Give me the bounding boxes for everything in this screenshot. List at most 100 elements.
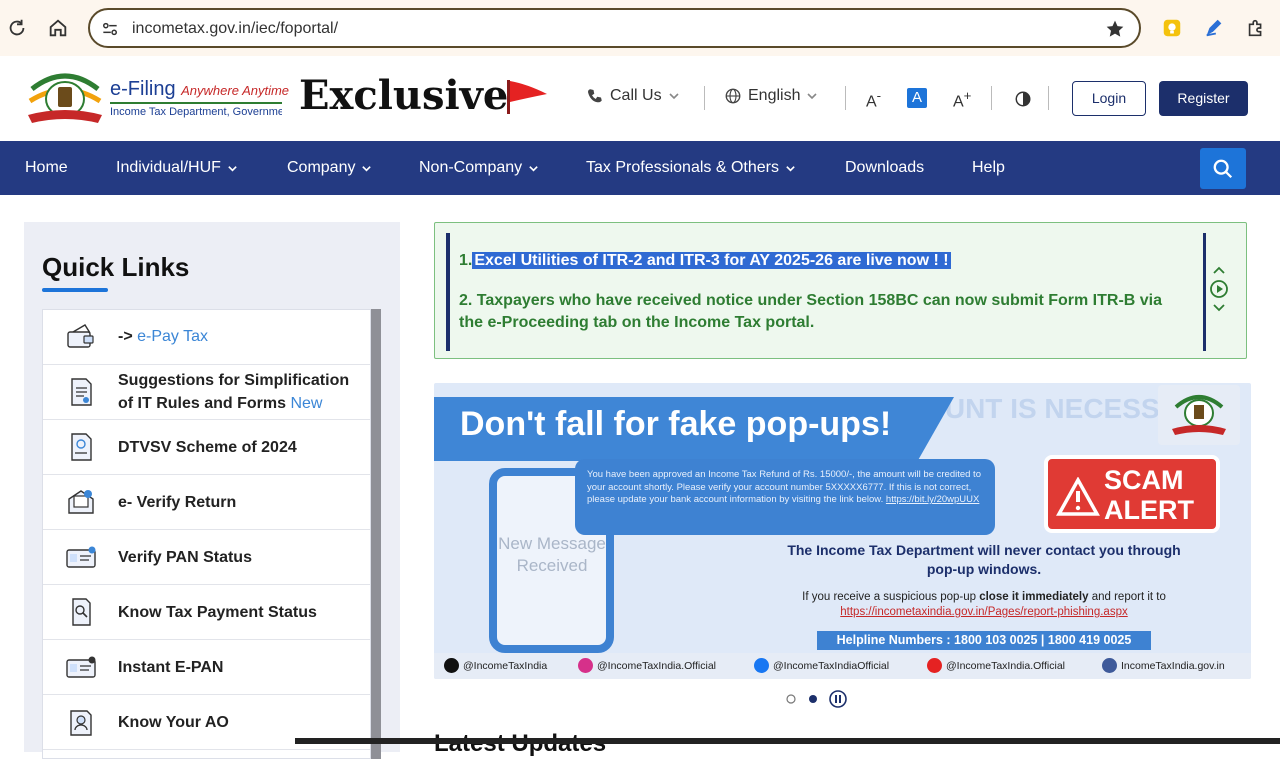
quick-link-e-verify-return[interactable]: e- Verify Return [43, 475, 370, 530]
warning-icon [1056, 477, 1100, 517]
header-divider [991, 86, 992, 110]
dtvsv-document-icon [65, 431, 97, 463]
never-contact-text: The Income Tax Department will never con… [787, 542, 1181, 577]
nav-downloads[interactable]: Downloads [845, 159, 924, 177]
income-tax-emblem-logo[interactable] [26, 71, 104, 127]
instagram-handle: @IncomeTaxIndia.Official [578, 658, 716, 673]
login-button[interactable]: Login [1072, 81, 1146, 116]
header-divider [845, 86, 846, 110]
ticker-right-bar [1203, 233, 1206, 351]
call-us-button[interactable]: Call Us [586, 87, 680, 105]
quick-link-instant-e-pan[interactable]: Instant E-PAN [43, 640, 370, 695]
extensions-puzzle-icon[interactable] [1245, 17, 1267, 39]
scam-alert-banner[interactable]: A VALIDATED BANK ACCOUNT IS NECESSARY Do… [434, 383, 1251, 679]
nav-company[interactable]: Company [287, 159, 372, 177]
nav-individual-huf[interactable]: Individual/HUF [116, 159, 238, 177]
carousel-dot-2 [809, 695, 817, 703]
announcement-ticker: 1. Excel Utilities of ITR-2 and ITR-3 for… [434, 222, 1247, 359]
brand-tagline: Anywhere Anytime [181, 83, 290, 98]
pause-icon [829, 690, 847, 708]
search-document-icon [65, 596, 97, 628]
verify-return-icon [65, 486, 97, 518]
it-department-logo [1158, 385, 1240, 445]
home-icon[interactable] [47, 17, 69, 39]
main-navigation: Home Individual/HUF Company Non-Company … [0, 141, 1280, 195]
chevron-down-icon [361, 163, 372, 174]
quick-link-e-pay-tax[interactable]: -> e-Pay Tax [43, 310, 370, 365]
facebook-handle: @IncomeTaxIndiaOfficial [754, 658, 889, 673]
fake-sms-bubble: You have been approved an Income Tax Ref… [575, 459, 995, 535]
contrast-toggle-icon[interactable] [1014, 90, 1032, 108]
chevron-down-icon[interactable] [1209, 301, 1229, 315]
chevron-up-icon[interactable] [1209, 263, 1229, 277]
language-label: English [748, 87, 801, 104]
header-divider [704, 86, 705, 110]
bookmark-star-icon[interactable] [1105, 19, 1125, 39]
social-handles-strip: @IncomeTaxIndia @IncomeTaxIndia.Official… [434, 653, 1251, 679]
globe-icon [1102, 658, 1117, 673]
banner-headline: Don't fall for fake pop-ups! [460, 405, 892, 443]
chevron-down-icon [528, 163, 539, 174]
browser-toolbar: incometax.gov.in/iec/foportal/ [0, 0, 1280, 56]
chevron-down-icon [668, 90, 680, 102]
phone-icon [586, 87, 604, 105]
url-text[interactable]: incometax.gov.in/iec/foportal/ [132, 20, 338, 38]
x-logo-icon [444, 658, 459, 673]
youtube-handle: @IncomeTaxIndia.Official [927, 658, 1065, 673]
reload-icon[interactable] [6, 17, 28, 39]
person-search-icon [65, 706, 97, 738]
register-button[interactable]: Register [1159, 81, 1248, 116]
font-decrease-button[interactable]: A- [866, 88, 881, 111]
font-increase-button[interactable]: A+ [953, 88, 971, 111]
title-underline [42, 288, 108, 292]
brand-subtitle: Income Tax Department, Government of Ind… [110, 106, 282, 118]
chevron-down-icon [806, 90, 818, 102]
nav-help[interactable]: Help [972, 159, 1005, 177]
address-bar[interactable]: incometax.gov.in/iec/foportal/ [88, 8, 1141, 48]
x-handle: @IncomeTaxIndia [444, 658, 547, 673]
quick-link-suggestions[interactable]: Suggestions for Simplification of IT Rule… [43, 365, 370, 420]
font-normal-button[interactable]: A [907, 88, 927, 108]
quick-link-tax-payment-status[interactable]: Know Tax Payment Status [43, 585, 370, 640]
announcement-item-1[interactable]: 1. Excel Utilities of ITR-2 and ITR-3 for… [459, 252, 951, 270]
e-pay-tax-link[interactable]: e-Pay Tax [137, 328, 208, 345]
extension-keep-icon[interactable] [1161, 17, 1183, 39]
site-settings-icon[interactable] [100, 19, 120, 39]
nav-non-company[interactable]: Non-Company [419, 159, 539, 177]
brand-divider [110, 102, 282, 104]
quick-link-dtvsv-scheme[interactable]: DTVSV Scheme of 2024 [43, 420, 370, 475]
nav-tax-professionals[interactable]: Tax Professionals & Others [586, 159, 796, 177]
language-selector[interactable]: English [724, 87, 818, 105]
phone-message-text: New Message Received [498, 534, 606, 575]
exclusive-label: Exclusive [299, 72, 509, 119]
latest-updates-heading: Latest Updates [434, 730, 606, 758]
announcement-item-2[interactable]: 2. Taxpayers who have received notice un… [459, 290, 1189, 334]
play-circle-icon[interactable] [1209, 279, 1229, 299]
header-divider [1048, 86, 1049, 110]
chevron-down-icon [227, 163, 238, 174]
quick-links-list: -> e-Pay Tax Suggestions for Simplificat… [42, 309, 371, 759]
quick-links-panel: Quick Links -> e-Pay Tax Suggestions for… [24, 222, 400, 759]
red-flag-icon [503, 76, 549, 116]
globe-icon [724, 87, 742, 105]
search-button[interactable] [1200, 148, 1246, 189]
brand-title: e-Filing Anywhere Anytime [110, 78, 290, 100]
instagram-logo-icon [578, 658, 593, 673]
new-badge: New [290, 395, 323, 412]
pan-card-icon [65, 541, 97, 573]
quick-links-title: Quick Links [42, 252, 190, 282]
nav-home[interactable]: Home [25, 159, 68, 177]
facebook-logo-icon [754, 658, 769, 673]
ticker-left-bar [446, 233, 450, 351]
card-icon [65, 321, 97, 353]
quick-link-verify-pan[interactable]: Verify PAN Status [43, 530, 370, 585]
extension-pen-icon[interactable] [1203, 17, 1225, 39]
epan-card-icon [65, 651, 97, 683]
carousel-dot-1 [786, 694, 796, 704]
chevron-down-icon [785, 163, 796, 174]
helpline-numbers: Helpline Numbers : 1800 103 0025 | 1800 … [817, 631, 1151, 650]
carousel-indicators [786, 689, 850, 709]
ticker-controls [1209, 263, 1229, 315]
quick-links-scrollbar[interactable] [371, 309, 381, 759]
site-header: e-Filing Anywhere Anytime Income Tax Dep… [0, 56, 1280, 141]
